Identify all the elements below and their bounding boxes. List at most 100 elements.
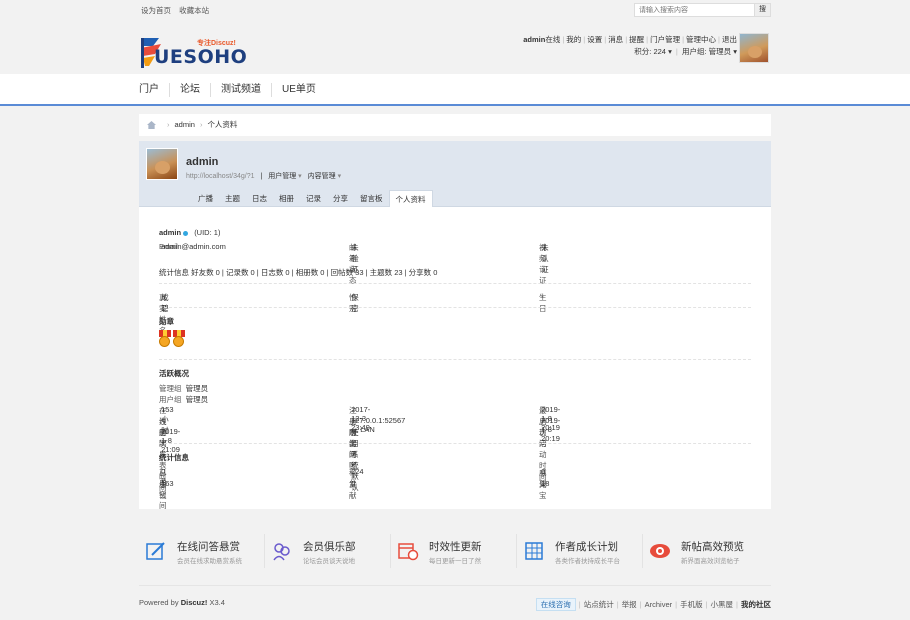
powered-brand[interactable]: Discuz! bbox=[181, 598, 208, 607]
points-link[interactable]: 积分: 224 bbox=[634, 47, 666, 56]
calendar-icon bbox=[398, 543, 419, 561]
usergroup-link[interactable]: 用户组: 管理员 bbox=[682, 47, 731, 56]
email-value: admin@admin.com bbox=[161, 242, 226, 251]
feature-title: 在线问答悬赏 bbox=[177, 541, 240, 553]
online-status: 在线 bbox=[545, 35, 561, 44]
gender-value: 保密 bbox=[351, 293, 359, 313]
logo-text: UESOHO bbox=[154, 46, 248, 68]
footer-link-report[interactable]: 举报 bbox=[622, 600, 637, 609]
link-my[interactable]: 我的 bbox=[566, 35, 581, 44]
feature-title: 新帖高效预览 bbox=[681, 541, 744, 553]
feature-item[interactable]: 在线问答悬赏 会员在线求助悬赏系统 bbox=[139, 534, 265, 568]
nav-item-portal[interactable]: 门户 bbox=[139, 83, 170, 97]
search-input[interactable] bbox=[635, 4, 753, 16]
link-reminders[interactable]: 提醒 bbox=[629, 35, 644, 44]
feature-item[interactable]: 作者成长计划 各类作者扶持成长平台 bbox=[517, 534, 643, 568]
link-logout[interactable]: 退出 bbox=[722, 35, 737, 44]
set-home-link[interactable]: 设为首页 bbox=[141, 6, 171, 15]
link-messages[interactable]: 消息 bbox=[608, 35, 623, 44]
nav-item-ue-page[interactable]: UE单页 bbox=[272, 83, 326, 97]
user-group-value[interactable]: 管理员 bbox=[186, 395, 209, 404]
uid-line: admin (UID: 1) bbox=[159, 228, 220, 237]
tab-album[interactable]: 相册 bbox=[273, 190, 300, 207]
feature-sub: 每日更新一日了然 bbox=[429, 558, 481, 565]
top-bar: 设为首页 收藏本站 搜 bbox=[0, 0, 910, 20]
site-logo[interactable]: 专注Discuz! UESOHO bbox=[139, 32, 249, 68]
user-info: admin在线 | 我的 | 设置 | 消息 | 提醒 | 门户管理 | 管理中心 | 退出 积分: 224… bbox=[523, 34, 737, 58]
activity-title: 活跃概况 bbox=[159, 369, 189, 378]
feature-sub: 论坛会员谈天说地 bbox=[303, 558, 355, 565]
feature-bar: 在线问答悬赏 会员在线求助悬赏系统 会员俱乐部 论坛会员谈天说地 时效性更新 每… bbox=[139, 530, 771, 572]
feature-sub: 各类作者扶持成长平台 bbox=[555, 558, 620, 565]
feature-item[interactable]: 会员俱乐部 论坛会员谈天说地 bbox=[265, 534, 391, 568]
medal-icon[interactable] bbox=[173, 330, 185, 348]
register-ip: - bbox=[161, 416, 164, 425]
gold-value: 18 bbox=[541, 479, 550, 488]
grid-icon bbox=[525, 542, 543, 560]
birthday-value: - bbox=[541, 292, 544, 301]
profile-url-row: http://localhost/34g/?1 | 用户管理 ▾ 内容管理 ▾ bbox=[186, 173, 342, 180]
video-value: 未认证 bbox=[541, 243, 549, 274]
user-group-line: 用户组 管理员 bbox=[159, 395, 209, 404]
feature-sub: 会员在线求助悬赏系统 bbox=[177, 558, 242, 565]
prestige-value: 0 bbox=[541, 467, 546, 476]
feature-title: 时效性更新 bbox=[429, 541, 482, 553]
nav-item-test-channel[interactable]: 测试频道 bbox=[211, 83, 272, 97]
top-links: 设为首页 收藏本站 bbox=[141, 5, 215, 16]
footer-divider bbox=[139, 585, 771, 586]
stats-line: 统计信息 好友数 0 | 记录数 0 | 日志数 0 | 相册数 0 | 回帖数… bbox=[159, 268, 438, 277]
medals-title: 勋章 bbox=[159, 317, 174, 326]
pencil-icon bbox=[146, 542, 165, 560]
footer-links: 在线咨询 | 站点统计 | 举报 | Archiver | 手机版 | 小黑屋 | 我的社区 bbox=[535, 598, 771, 611]
link-admin-center[interactable]: 管理中心 bbox=[686, 35, 716, 44]
powered-by: Powered by Discuz! X3.4 bbox=[139, 598, 225, 607]
profile-tabs: 广播 主题 日志 相册 记录 分享 留言板 个人资料 bbox=[192, 190, 433, 207]
admin-group-line: 管理组 管理员 bbox=[159, 384, 209, 393]
feature-item[interactable]: 新帖高效预览 新界面高效浏览帖子 bbox=[643, 534, 769, 568]
bookmark-link[interactable]: 收藏本站 bbox=[179, 6, 209, 15]
tab-profile[interactable]: 个人资料 bbox=[388, 190, 433, 207]
tab-broadcast[interactable]: 广播 bbox=[192, 190, 219, 207]
uid-name: admin bbox=[159, 228, 182, 237]
last-ip: 127.0.0.1:52567 - - LAN bbox=[351, 416, 406, 434]
contrib-value: 0 bbox=[351, 479, 356, 488]
avatar[interactable] bbox=[739, 33, 769, 63]
profile-avatar[interactable] bbox=[146, 148, 178, 180]
tab-wall[interactable]: 留言板 bbox=[354, 190, 389, 207]
user-manage-menu[interactable]: 用户管理 bbox=[268, 173, 296, 180]
tab-share[interactable]: 分享 bbox=[327, 190, 354, 207]
footer-link-archiver[interactable]: Archiver bbox=[645, 600, 673, 609]
footer-link-stats[interactable]: 站点统计 bbox=[584, 600, 614, 609]
link-portal-admin[interactable]: 门户管理 bbox=[650, 35, 680, 44]
footer-link-blackroom[interactable]: 小黑屋 bbox=[711, 600, 734, 609]
profile-header: admin http://localhost/34g/?1 | 用户管理 ▾ 内… bbox=[139, 141, 771, 207]
footer-link-mobile[interactable]: 手机版 bbox=[680, 600, 703, 609]
footer-link-community[interactable]: 我的社区 bbox=[741, 600, 771, 609]
eye-icon bbox=[650, 544, 670, 558]
online-consult-button[interactable]: 在线咨询 bbox=[535, 598, 576, 611]
link-settings[interactable]: 设置 bbox=[587, 35, 602, 44]
divider bbox=[159, 307, 751, 308]
header: 专注Discuz! UESOHO admin在线 | 我的 | 设置 | 消息 | 提醒 | 门户管… bbox=[0, 20, 910, 74]
admin-group-value[interactable]: 管理员 bbox=[186, 384, 209, 393]
content-manage-menu[interactable]: 内容管理 bbox=[308, 173, 336, 180]
tab-threads[interactable]: 主题 bbox=[219, 190, 246, 207]
username-link[interactable]: admin bbox=[523, 35, 545, 44]
profile-name: admin bbox=[186, 156, 219, 168]
nav-item-forum[interactable]: 论坛 bbox=[170, 83, 211, 97]
realname-value: 成碧 bbox=[161, 293, 169, 313]
tab-doing[interactable]: 记录 bbox=[300, 190, 327, 207]
breadcrumb-user[interactable]: admin bbox=[175, 120, 195, 129]
online-icon bbox=[183, 230, 189, 236]
home-icon[interactable] bbox=[147, 121, 156, 130]
feature-item[interactable]: 时效性更新 每日更新一日了然 bbox=[391, 534, 517, 568]
feature-sub: 新界面高效浏览帖子 bbox=[681, 558, 740, 565]
search-button[interactable]: 搜 bbox=[754, 4, 770, 16]
medal-icon[interactable] bbox=[159, 330, 171, 348]
user-links-row: admin在线 | 我的 | 设置 | 消息 | 提醒 | 门户管理 | 管理中心 | 退出 bbox=[523, 35, 737, 44]
profile-url[interactable]: http://localhost/34g/?1 bbox=[186, 173, 255, 180]
divider bbox=[159, 443, 751, 444]
tab-blog[interactable]: 日志 bbox=[246, 190, 273, 207]
users-icon bbox=[273, 543, 290, 561]
user-stats-row: 积分: 224 ▾ | 用户组: 管理员 ▾ bbox=[634, 47, 737, 56]
